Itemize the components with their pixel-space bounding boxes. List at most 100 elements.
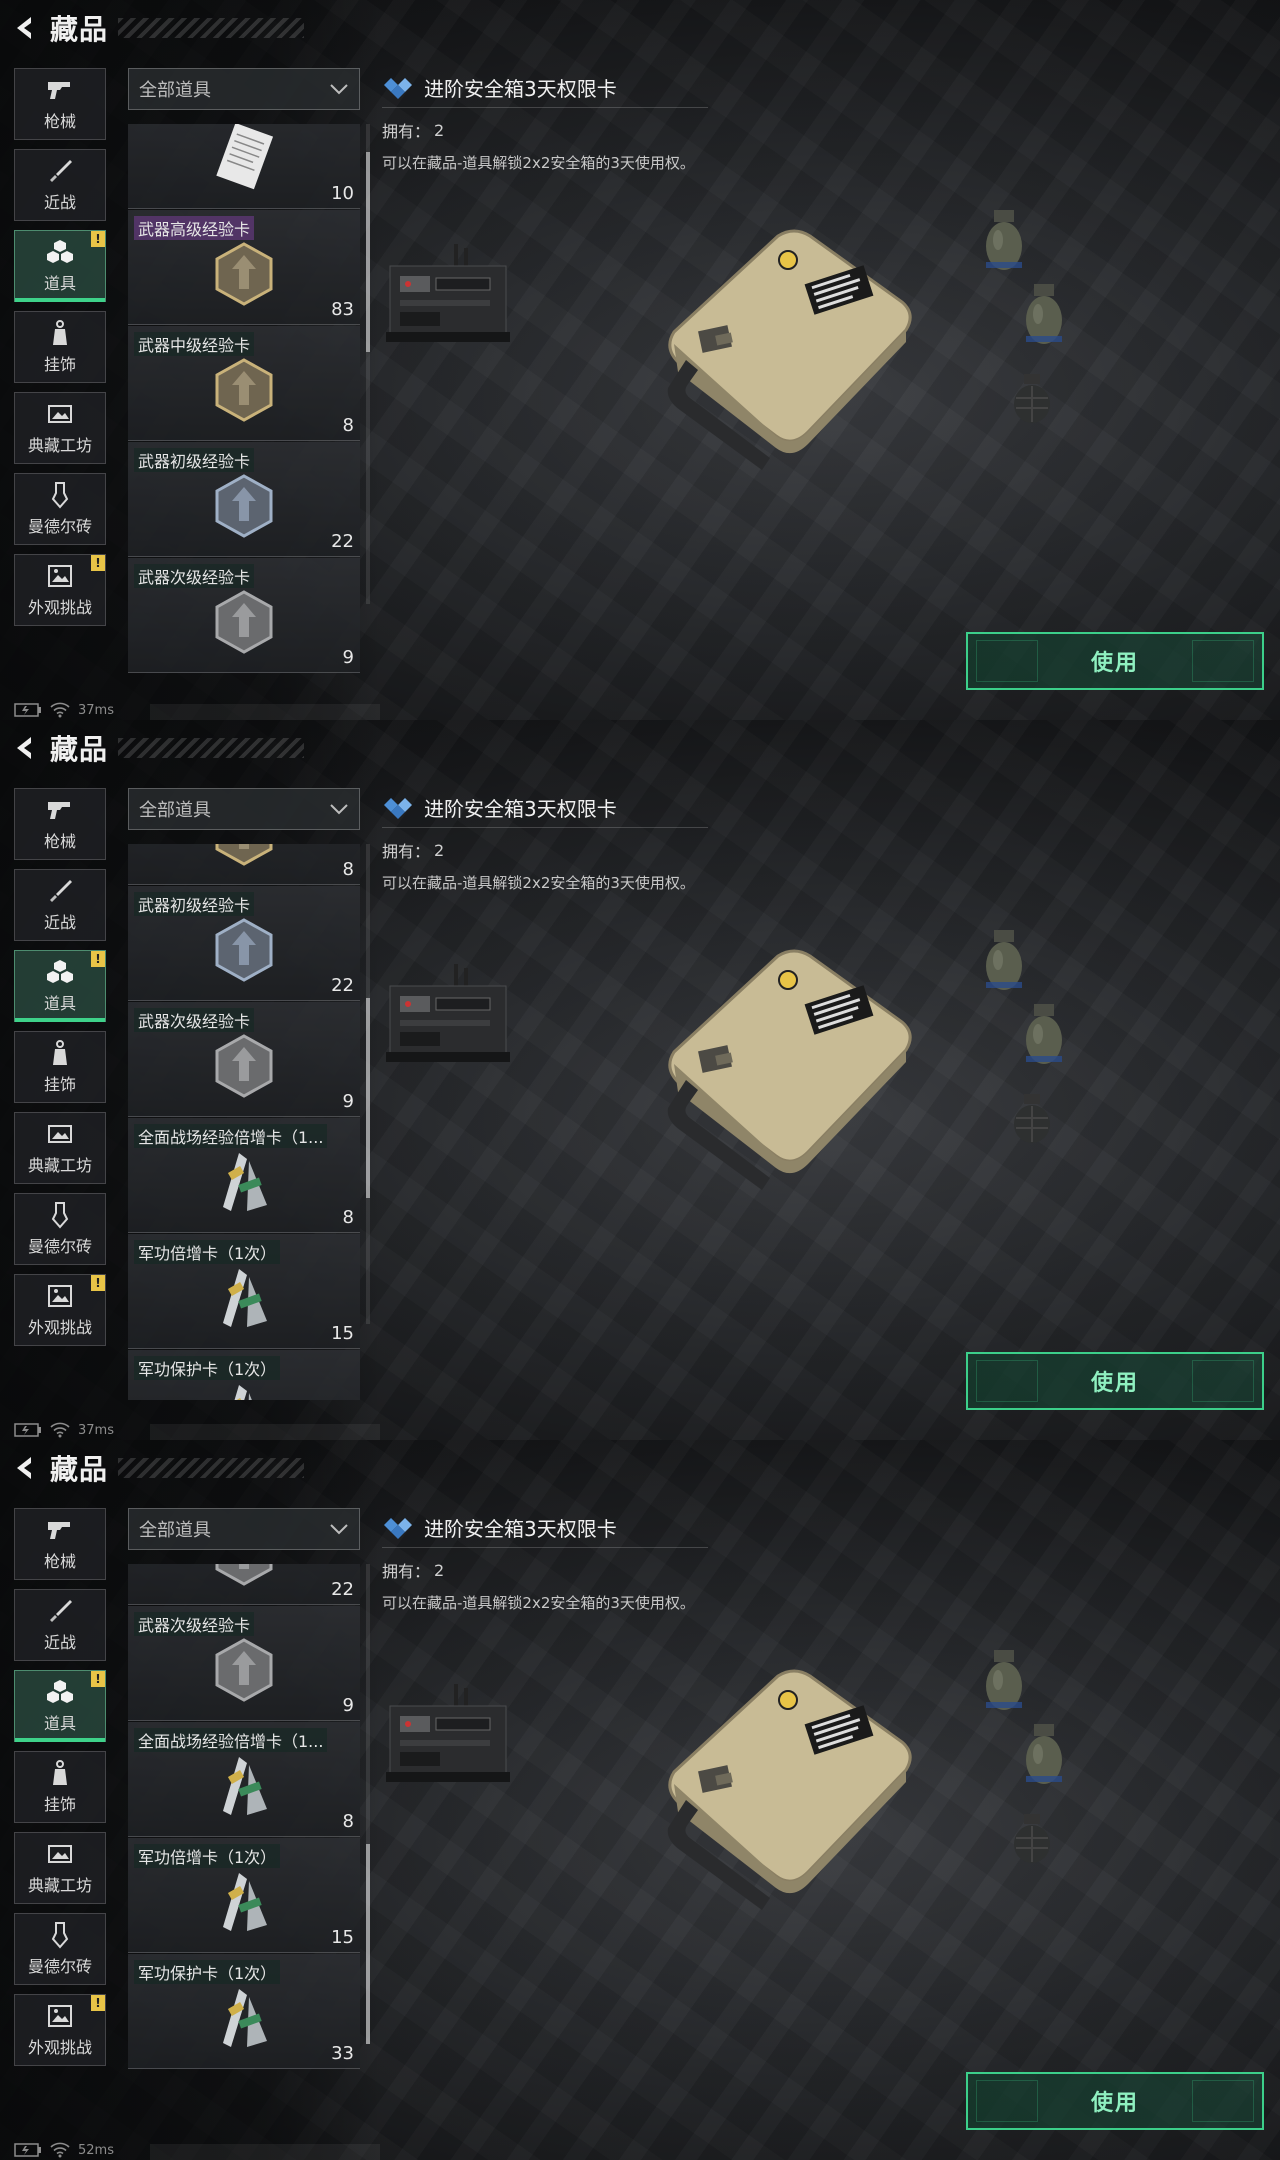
sidebar-item[interactable]: 挂饰 <box>14 1031 106 1103</box>
sidebar-item[interactable]: 外观挑战! <box>14 1994 106 2066</box>
gun-icon <box>46 1516 74 1544</box>
list-item[interactable]: 军功倍增卡（1次） 15 <box>128 1838 360 1953</box>
list-scrollbar-thumb[interactable] <box>366 1844 370 2044</box>
use-button-label: 使用 <box>1090 651 1139 676</box>
list-item[interactable]: 武器次级经验卡 9 <box>128 1606 360 1721</box>
sidebar-item[interactable]: 曼德尔砖 <box>14 1913 106 1985</box>
owned-count: 2 <box>434 1560 445 1580</box>
sidebar-item-label: 近战 <box>43 193 76 212</box>
sidebar-item[interactable]: 近战 <box>14 149 106 221</box>
list-item[interactable]: 武器初级经验卡 22 <box>128 442 360 557</box>
challenge-icon <box>46 1282 74 1310</box>
sidebar-item[interactable]: 曼德尔砖 <box>14 1193 106 1265</box>
charm-icon <box>46 1039 74 1067</box>
sidebar-item[interactable]: 道具! <box>14 230 106 302</box>
list-scrollbar[interactable] <box>366 1564 370 2044</box>
radio-device-image <box>386 964 510 1064</box>
back-icon[interactable] <box>10 733 40 763</box>
filter-dropdown[interactable]: 全部道具 <box>128 1508 360 1550</box>
sidebar-item[interactable]: 枪械 <box>14 68 106 140</box>
exp-card-gray-icon <box>206 584 282 660</box>
status-bar: 37ms <box>14 1420 114 1440</box>
detail-description: 可以在藏品-道具解锁2x2安全箱的3天使用权。 <box>382 154 695 172</box>
sidebar-item[interactable]: 枪械 <box>14 1508 106 1580</box>
sidebar-item[interactable]: 外观挑战! <box>14 1274 106 1346</box>
exp-card-blue-icon <box>206 912 282 988</box>
list-item[interactable]: 8 <box>128 844 360 885</box>
notification-badge: ! <box>91 951 105 967</box>
sidebar-item[interactable]: 挂饰 <box>14 311 106 383</box>
use-button[interactable]: 使用 <box>966 632 1264 690</box>
sidebar-item[interactable]: 道具! <box>14 1670 106 1742</box>
challenge-icon <box>46 2002 74 2030</box>
sidebar-item[interactable]: 道具! <box>14 950 106 1022</box>
list-item-count: 9 <box>342 1091 354 1112</box>
sidebar-item-label: 典藏工坊 <box>27 1156 92 1175</box>
document-icon <box>206 124 282 196</box>
sidebar-item[interactable]: 近战 <box>14 1589 106 1661</box>
back-icon[interactable] <box>10 13 40 43</box>
grenade-image <box>1022 1002 1066 1070</box>
sidebar: 枪械近战道具! 挂饰典藏工坊曼德尔砖外观挑战! <box>14 68 106 635</box>
header: 藏品 <box>10 728 304 768</box>
list-item[interactable]: 全面战场经验倍增卡（1... 8 <box>128 1722 360 1837</box>
back-icon[interactable] <box>10 1453 40 1483</box>
filter-dropdown[interactable]: 全部道具 <box>128 68 360 110</box>
list-item-count: 8 <box>342 1811 354 1832</box>
use-button[interactable]: 使用 <box>966 1352 1264 1410</box>
list-item[interactable]: 军功保护卡（1次） 33 <box>128 1954 360 2069</box>
list-scrollbar-thumb[interactable] <box>366 998 370 1198</box>
sidebar-item[interactable]: 外观挑战! <box>14 554 106 626</box>
cubes-icon <box>46 1678 74 1706</box>
list-item[interactable]: 武器次级经验卡 9 <box>128 558 360 673</box>
exp-card-gray-icon <box>206 1028 282 1104</box>
sidebar-item-label: 典藏工坊 <box>27 436 92 455</box>
filter-dropdown[interactable]: 全部道具 <box>128 788 360 830</box>
chevron-down-icon <box>329 80 349 99</box>
battery-icon <box>14 703 42 717</box>
sidebar-item[interactable]: 枪械 <box>14 788 106 860</box>
list-item[interactable]: 武器次级经验卡 9 <box>128 1002 360 1117</box>
use-button[interactable]: 使用 <box>966 2072 1264 2130</box>
exp-card-blue-icon <box>206 468 282 544</box>
title-decoration <box>118 18 304 38</box>
gun-icon <box>46 796 74 824</box>
sidebar: 枪械近战道具! 挂饰典藏工坊曼德尔砖外观挑战! <box>14 788 106 1355</box>
item-list: 8 武器初级经验卡 22 武器次级经验卡 9 全面战场经验倍增卡（1... 8 军功倍增卡（1… <box>128 844 360 1400</box>
grenade-image <box>1022 1722 1066 1790</box>
detail-title-row: 进阶安全箱3天权限卡 <box>382 1508 708 1548</box>
list-item[interactable]: 全面战场经验倍增卡（1... 8 <box>128 1118 360 1233</box>
title-decoration <box>118 738 304 758</box>
sidebar-item-label: 道具 <box>43 274 76 293</box>
list-scrollbar-thumb[interactable] <box>366 152 370 352</box>
boost-card-icon <box>206 1260 282 1336</box>
detail-title: 进阶安全箱3天权限卡 <box>424 797 617 821</box>
filter-dropdown-label: 全部道具 <box>139 800 211 821</box>
sidebar-item-label: 近战 <box>43 1633 76 1652</box>
exp-card-gray-icon <box>206 1632 282 1708</box>
sidebar-item[interactable]: 近战 <box>14 869 106 941</box>
sidebar-item[interactable]: 典藏工坊 <box>14 1832 106 1904</box>
list-item[interactable]: 武器中级经验卡 8 <box>128 326 360 441</box>
sidebar-item-label: 道具 <box>43 1714 76 1733</box>
list-item-count: 8 <box>342 1207 354 1228</box>
boost-card-icon <box>206 1748 282 1824</box>
sidebar-item[interactable]: 挂饰 <box>14 1751 106 1823</box>
sidebar-item[interactable]: 曼德尔砖 <box>14 473 106 545</box>
sidebar-item-label: 枪械 <box>43 1552 76 1571</box>
knife-icon <box>46 1597 74 1625</box>
title-decoration <box>118 1458 304 1478</box>
list-item[interactable]: 新人初级装备10 <box>128 124 360 209</box>
sidebar-item[interactable]: 典藏工坊 <box>14 392 106 464</box>
sidebar-item[interactable]: 典藏工坊 <box>14 1112 106 1184</box>
list-item[interactable]: 武器高级经验卡 83 <box>128 210 360 325</box>
list-scrollbar[interactable] <box>366 124 370 604</box>
radio-device-image <box>386 244 510 344</box>
list-scrollbar[interactable] <box>366 844 370 1324</box>
item-list-track: 8 武器初级经验卡 22 武器次级经验卡 9 全面战场经验倍增卡（1... 8 军功倍增卡（1… <box>128 844 360 1400</box>
list-item[interactable]: 22 <box>128 1564 360 1605</box>
list-item[interactable]: 武器初级经验卡 22 <box>128 886 360 1001</box>
status-strip <box>150 1424 380 1440</box>
list-item[interactable]: 军功倍增卡（1次） 15 <box>128 1234 360 1349</box>
list-item[interactable]: 军功保护卡（1次） <box>128 1350 360 1400</box>
